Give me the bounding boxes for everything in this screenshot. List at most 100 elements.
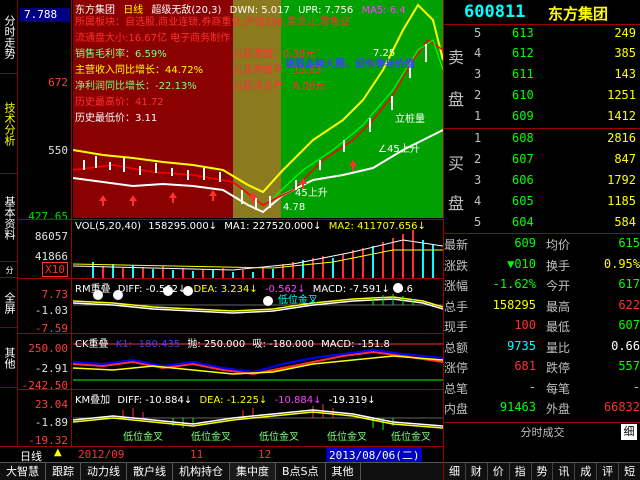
stat-right-7-label: 每笔	[546, 381, 571, 396]
stat-right-6: 跌停 557	[546, 359, 640, 376]
ask-row-1[interactable]: 1 609 1412	[472, 109, 640, 127]
tab-bs-points[interactable]: B点S点	[276, 463, 326, 480]
axis-p2-mid: -1.03	[34, 304, 68, 317]
bid-level: 5	[474, 215, 482, 229]
qtab-trend[interactable]: 势	[532, 463, 554, 480]
qtab-review[interactable]: 评	[597, 463, 620, 480]
volume-ma2: MA2: 411707.656↓	[328, 221, 426, 232]
info-hist-high: 历史最高价：41.72	[75, 97, 164, 108]
detail-button[interactable]: 细	[621, 424, 637, 440]
tab-track[interactable]: 跟踪	[46, 463, 81, 480]
axis-p2-high: 7.73	[41, 288, 69, 301]
stock-header: 600811 东方集团	[444, 0, 640, 24]
km-tag-2: 低位金叉	[191, 432, 231, 443]
stat-right-2-label: 今开	[546, 279, 571, 293]
bid-row-3[interactable]: 3 606 1792	[472, 173, 640, 191]
km-name[interactable]: KM叠加	[75, 395, 110, 406]
stat-right-1-label: 换手	[546, 258, 571, 273]
ask-level: 2	[474, 88, 482, 102]
bid-row-2[interactable]: 2 607 847	[472, 152, 640, 170]
code-input-box[interactable]: 7.788	[20, 8, 70, 22]
qtab-detail[interactable]: 细	[444, 463, 466, 480]
ask-volume: 1251	[607, 88, 636, 102]
ck-panel[interactable]: CK重叠 K1: -180.435 抛: 250.000 吸: -180.000…	[73, 334, 443, 389]
stock-name: 东方集团	[548, 5, 609, 23]
info-profit-growth: 净利润同比增长：-22.13%	[75, 81, 197, 92]
annotation-high: 7.25	[373, 48, 396, 59]
qtab-news[interactable]: 讯	[553, 463, 576, 480]
bid-row-4[interactable]: 4 605 1185	[472, 194, 640, 212]
side-tab-minute[interactable]: 分时	[0, 262, 18, 278]
annotation-stand-volume: 立桩量	[395, 114, 425, 125]
ask-row-5[interactable]: 5 613 249	[472, 26, 640, 44]
chart-area[interactable]: 东方集团 日线 超级无敌(20,3) DWN: 5.017 UPR: 7.756…	[73, 0, 443, 462]
ask-row-4[interactable]: 4 612 385	[472, 46, 640, 64]
date-tick-3: 12	[258, 448, 272, 461]
bid-level: 3	[474, 173, 482, 187]
buy-label-2: 盘	[448, 194, 465, 213]
quote-tab-bar: 细 财 价 指 势 讯 成 评 短	[444, 462, 640, 480]
tab-power-line[interactable]: 动力线	[81, 463, 127, 480]
tab-dazhihui[interactable]: 大智慧	[0, 463, 46, 480]
stat-right-4-value: 607	[618, 318, 640, 332]
ask-level: 4	[474, 46, 482, 60]
qtab-components[interactable]: 成	[575, 463, 598, 480]
separator	[444, 24, 640, 25]
axis-p3-high: 250.00	[28, 342, 68, 355]
ask-volume: 1412	[607, 109, 636, 123]
rm-panel[interactable]: RM重叠 DIFF: -0.562↓ DEA: 3.234↓ -0.562↓ M…	[73, 279, 443, 333]
ask-price: 610	[512, 88, 534, 102]
side-tab-other[interactable]: 其他	[0, 328, 18, 388]
volume-panel[interactable]: VOL(5,20,40) 158295.000↓ MA1: 227520.000…	[73, 220, 443, 278]
volume-title: VOL(5,20,40) 158295.000↓ MA1: 227520.000…	[75, 221, 430, 232]
ask-volume: 249	[614, 26, 636, 40]
qtab-finance[interactable]: 财	[466, 463, 488, 480]
stat-right-8: 外盘 66832	[546, 400, 640, 417]
km-dea: DEA: -1.225↓	[199, 395, 268, 406]
date-tick-1: 2012/09	[78, 448, 125, 461]
stat-right-0-label: 均价	[546, 238, 571, 252]
separator	[444, 128, 640, 129]
qtab-short[interactable]: 短	[619, 463, 640, 480]
volume-value: 158295.000↓	[148, 221, 218, 232]
side-tab-fundamentals[interactable]: 基本资料	[0, 174, 18, 262]
side-tab-fullscreen[interactable]: 全屏	[0, 278, 18, 328]
ask-row-2[interactable]: 2 610 1251	[472, 88, 640, 106]
kline-panel[interactable]: 东方集团 日线 超级无敌(20,3) DWN: 5.017 UPR: 7.756…	[73, 0, 443, 218]
side-tab-intraday[interactable]: 分时走势	[0, 0, 18, 74]
tab-retail-line[interactable]: 散户线	[127, 463, 173, 480]
bid-row-1[interactable]: 1 608 2816	[472, 131, 640, 149]
tab-institution[interactable]: 机构持仓	[173, 463, 230, 480]
stat-left-1-value: ▼010	[507, 256, 536, 271]
ck-macd: MACD: -151.8	[321, 339, 390, 350]
rm-title: RM重叠 DIFF: -0.562↓ DEA: 3.234↓ -0.562↓ M…	[75, 280, 417, 295]
ck-sell: 抛: 250.000	[187, 339, 246, 350]
stat-left-1: 涨跌 ▼010	[444, 257, 540, 274]
stat-right-0: 均价 615	[546, 236, 640, 253]
side-tab-technical[interactable]: 技术分析	[0, 74, 18, 174]
ck-name[interactable]: CK重叠	[75, 339, 109, 350]
bid-price: 605	[512, 194, 534, 208]
qtab-index[interactable]: 指	[510, 463, 532, 480]
qtab-price[interactable]: 价	[488, 463, 510, 480]
volume-name[interactable]: VOL(5,20,40)	[75, 221, 141, 232]
info-float: 流通盘大小:16.67亿 电子商务制作	[75, 33, 231, 44]
period-up-icon[interactable]: ▲	[54, 447, 62, 458]
bid-row-5[interactable]: 5 604 584	[472, 215, 640, 233]
ask-price: 611	[512, 67, 534, 81]
tab-other[interactable]: 其他	[326, 463, 361, 480]
stat-left-2: 涨幅 -1.62%	[444, 277, 540, 294]
km-panel[interactable]: KM叠加 DIFF: -10.884↓ DEA: -1.225↓ -10.884…	[73, 390, 443, 446]
annotation-warning: 该股走势大弱，没有参与价值	[285, 59, 415, 70]
tab-concentration[interactable]: 集中度	[230, 463, 276, 480]
separator	[444, 233, 640, 234]
bid-price: 608	[512, 131, 534, 145]
stat-left-0: 最新 609	[444, 236, 540, 253]
ask-row-3[interactable]: 3 611 143	[472, 67, 640, 85]
stat-left-8-value: 91463	[499, 400, 536, 414]
km-diff: DIFF: -10.884↓	[117, 395, 193, 406]
axis-vol-scale[interactable]: X10	[42, 262, 68, 277]
current-date: 2013/08/06(二)	[326, 447, 423, 463]
separator	[444, 422, 640, 423]
rm-name[interactable]: RM重叠	[75, 284, 111, 295]
